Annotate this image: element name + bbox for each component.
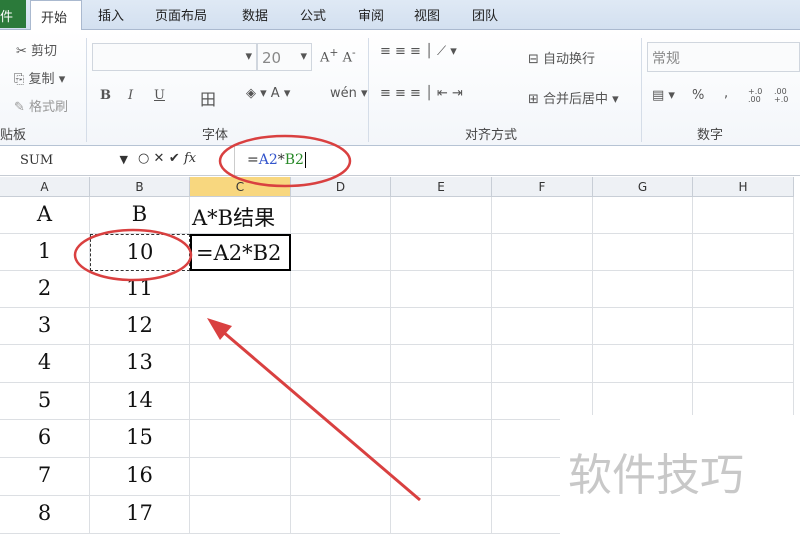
annotations xyxy=(73,134,421,502)
cell-circle xyxy=(73,228,193,282)
arrow-line xyxy=(214,323,421,502)
formula-circle xyxy=(218,134,352,188)
